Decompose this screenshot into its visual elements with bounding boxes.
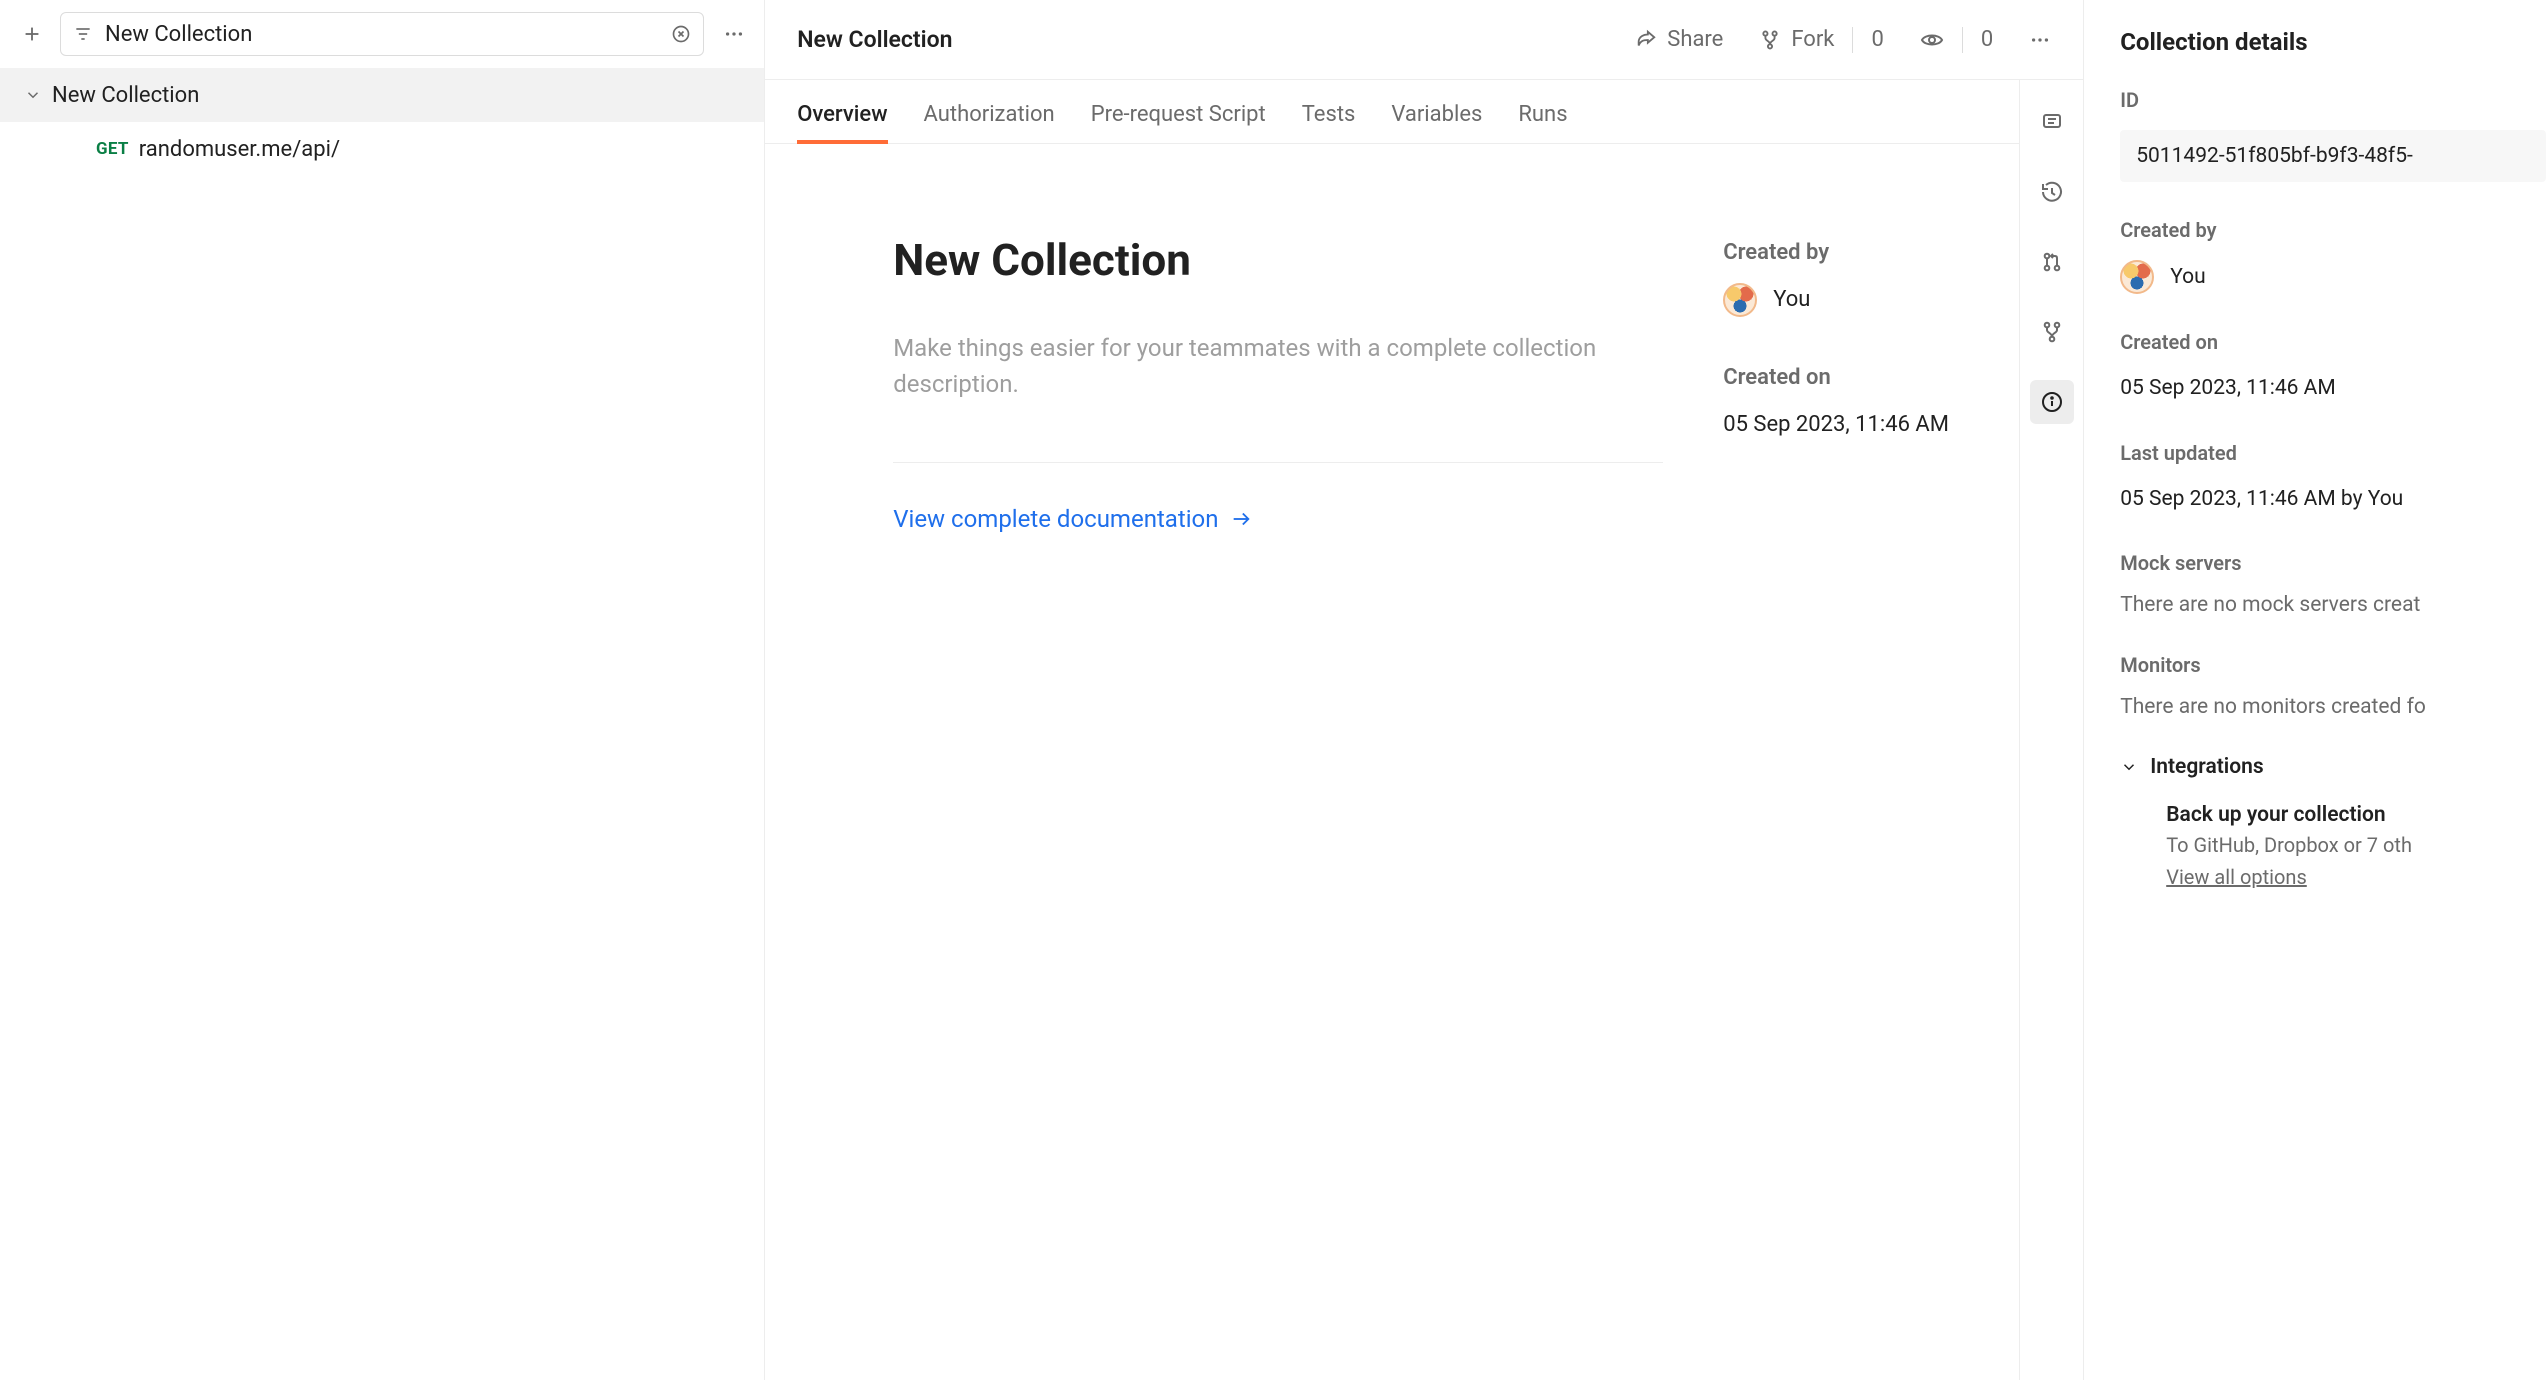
tabs: Overview Authorization Pre-request Scrip… (765, 80, 2019, 144)
details-created-by-label: Created by (2120, 218, 2546, 242)
tab-prerequest[interactable]: Pre-request Script (1091, 102, 1266, 143)
add-button[interactable] (16, 18, 48, 50)
main-panel: New Collection Share Fork 0 (765, 0, 2083, 1380)
main-title: New Collection (797, 26, 952, 53)
sidebar: New Collection New Collection GET random… (0, 0, 765, 1380)
tab-authorization[interactable]: Authorization (924, 102, 1055, 143)
details-created-on-label: Created on (2120, 330, 2546, 354)
integration-item-title: Back up your collection (2166, 803, 2546, 827)
clear-filter-icon[interactable] (671, 24, 691, 44)
filter-icon (73, 24, 93, 44)
collection-row[interactable]: New Collection (0, 68, 764, 122)
request-name: randomuser.me/api/ (139, 137, 340, 162)
chevron-down-icon (24, 86, 42, 104)
filter-input-box[interactable]: New Collection (60, 12, 704, 56)
details-title: Collection details (2120, 28, 2546, 56)
watch-button[interactable] (1914, 28, 1950, 52)
details-created-on-value: 05 Sep 2023, 11:46 AM (2120, 372, 2546, 405)
integration-view-all-link[interactable]: View all options (2166, 865, 2546, 889)
integrations-toggle[interactable]: Integrations (2120, 755, 2546, 779)
created-on-value: 05 Sep 2023, 11:46 AM (1723, 408, 1983, 442)
pull-request-icon[interactable] (2030, 240, 2074, 284)
filter-input-value: New Collection (105, 22, 659, 47)
request-row[interactable]: GET randomuser.me/api/ (0, 122, 764, 176)
id-value[interactable]: 5011492-51f805bf-b9f3-48f5- (2120, 130, 2546, 182)
overview-description[interactable]: Make things easier for your teammates wi… (893, 330, 1663, 402)
sidebar-more-icon[interactable] (716, 16, 752, 52)
divider (893, 462, 1663, 463)
method-badge: GET (96, 139, 129, 159)
share-icon (1635, 29, 1657, 51)
created-by-label: Created by (1723, 240, 1983, 265)
chevron-down-icon (2120, 758, 2138, 776)
id-label: ID (2120, 88, 2546, 112)
fork-button[interactable]: Fork (1753, 27, 1840, 52)
avatar (1723, 283, 1757, 317)
fork-count: 0 (1871, 27, 1883, 52)
forks-icon[interactable] (2030, 310, 2074, 354)
comments-icon[interactable] (2030, 100, 2074, 144)
monitors-value: There are no monitors created fo (2120, 695, 2546, 719)
mock-servers-value: There are no mock servers creat (2120, 593, 2546, 617)
created-by-value: You (1773, 283, 1810, 317)
tab-variables[interactable]: Variables (1391, 102, 1482, 143)
share-label: Share (1667, 27, 1723, 52)
tab-tests[interactable]: Tests (1302, 102, 1356, 143)
tab-runs[interactable]: Runs (1518, 102, 1567, 143)
view-docs-link[interactable]: View complete documentation (893, 505, 1252, 533)
fork-label: Fork (1791, 27, 1834, 52)
watch-count: 0 (1981, 27, 1993, 52)
changelog-icon[interactable] (2030, 170, 2074, 214)
share-button[interactable]: Share (1629, 27, 1729, 52)
arrow-right-icon (1230, 508, 1252, 530)
view-docs-label: View complete documentation (893, 505, 1218, 533)
info-icon[interactable] (2030, 380, 2074, 424)
integration-item-sub: To GitHub, Dropbox or 7 oth (2166, 833, 2546, 857)
tab-overview[interactable]: Overview (797, 102, 887, 143)
fork-icon (1759, 29, 1781, 51)
details-created-by-value: You (2170, 261, 2206, 294)
monitors-label: Monitors (2120, 653, 2546, 677)
avatar (2120, 260, 2154, 294)
overview-title: New Collection (893, 234, 1663, 286)
last-updated-label: Last updated (2120, 441, 2546, 465)
context-rail (2019, 80, 2083, 1380)
integrations-label: Integrations (2150, 755, 2263, 779)
last-updated-value: 05 Sep 2023, 11:46 AM by You (2120, 483, 2546, 516)
collection-name: New Collection (52, 83, 199, 108)
header-more-icon[interactable] (2023, 29, 2057, 51)
details-panel: Collection details ID 5011492-51f805bf-b… (2083, 0, 2546, 1380)
mock-servers-label: Mock servers (2120, 551, 2546, 575)
eye-icon (1920, 28, 1944, 52)
created-on-label: Created on (1723, 365, 1983, 390)
